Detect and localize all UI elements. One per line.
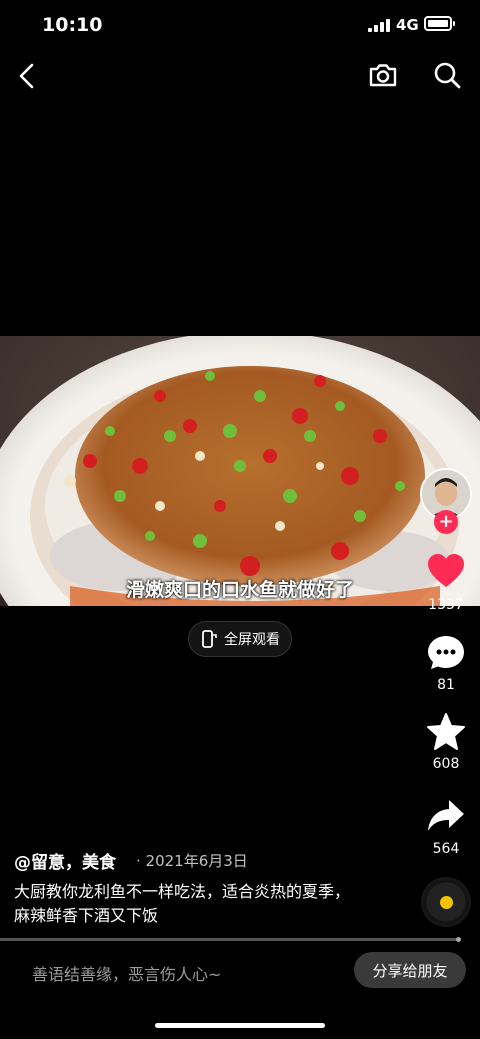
network-label: 4G: [396, 16, 419, 34]
post-description: 大厨教你龙利鱼不一样吃法，适合炎热的夏季，麻辣鲜香下酒又下饭: [14, 882, 351, 925]
comment-button[interactable]: [426, 633, 466, 673]
comment-input[interactable]: 善语结善缘，恶言伤人心~: [32, 961, 221, 985]
like-button[interactable]: [426, 552, 466, 592]
camera-icon: [369, 64, 397, 87]
follow-button[interactable]: +: [434, 510, 458, 534]
search-icon: [434, 62, 461, 89]
back-icon: [19, 63, 34, 89]
video-player[interactable]: [0, 336, 480, 606]
fullscreen-icon: [202, 630, 217, 648]
share-count: 564: [432, 841, 460, 857]
share-to-friends-button[interactable]: 分享给朋友: [354, 952, 466, 988]
camera-button[interactable]: [366, 58, 400, 92]
author-name[interactable]: @留意，美食: [14, 848, 116, 873]
comment-icon: [428, 636, 464, 669]
home-indicator: [155, 1023, 325, 1028]
signal-icon: [368, 18, 390, 32]
favorite-count: 608: [432, 756, 460, 772]
status-time: 10:10: [42, 14, 103, 36]
fullscreen-button[interactable]: 全屏观看: [188, 621, 292, 657]
heart-icon: [428, 554, 464, 587]
star-icon: [427, 713, 465, 750]
back-button[interactable]: [10, 58, 46, 94]
battery-icon: [424, 16, 455, 31]
music-disc-button[interactable]: [421, 877, 471, 927]
comment-count: 81: [437, 677, 455, 693]
favorite-button[interactable]: [426, 712, 466, 752]
post-date: · 2021年6月3日: [136, 852, 248, 870]
like-count: 1337: [428, 597, 464, 613]
video-frame-image: [0, 336, 480, 606]
search-button[interactable]: [430, 58, 464, 92]
share-button[interactable]: [426, 796, 466, 836]
share-icon: [428, 800, 464, 831]
video-progress-bar[interactable]: [0, 938, 460, 941]
fullscreen-label: 全屏观看: [224, 632, 280, 648]
music-disc-icon: [439, 895, 453, 909]
